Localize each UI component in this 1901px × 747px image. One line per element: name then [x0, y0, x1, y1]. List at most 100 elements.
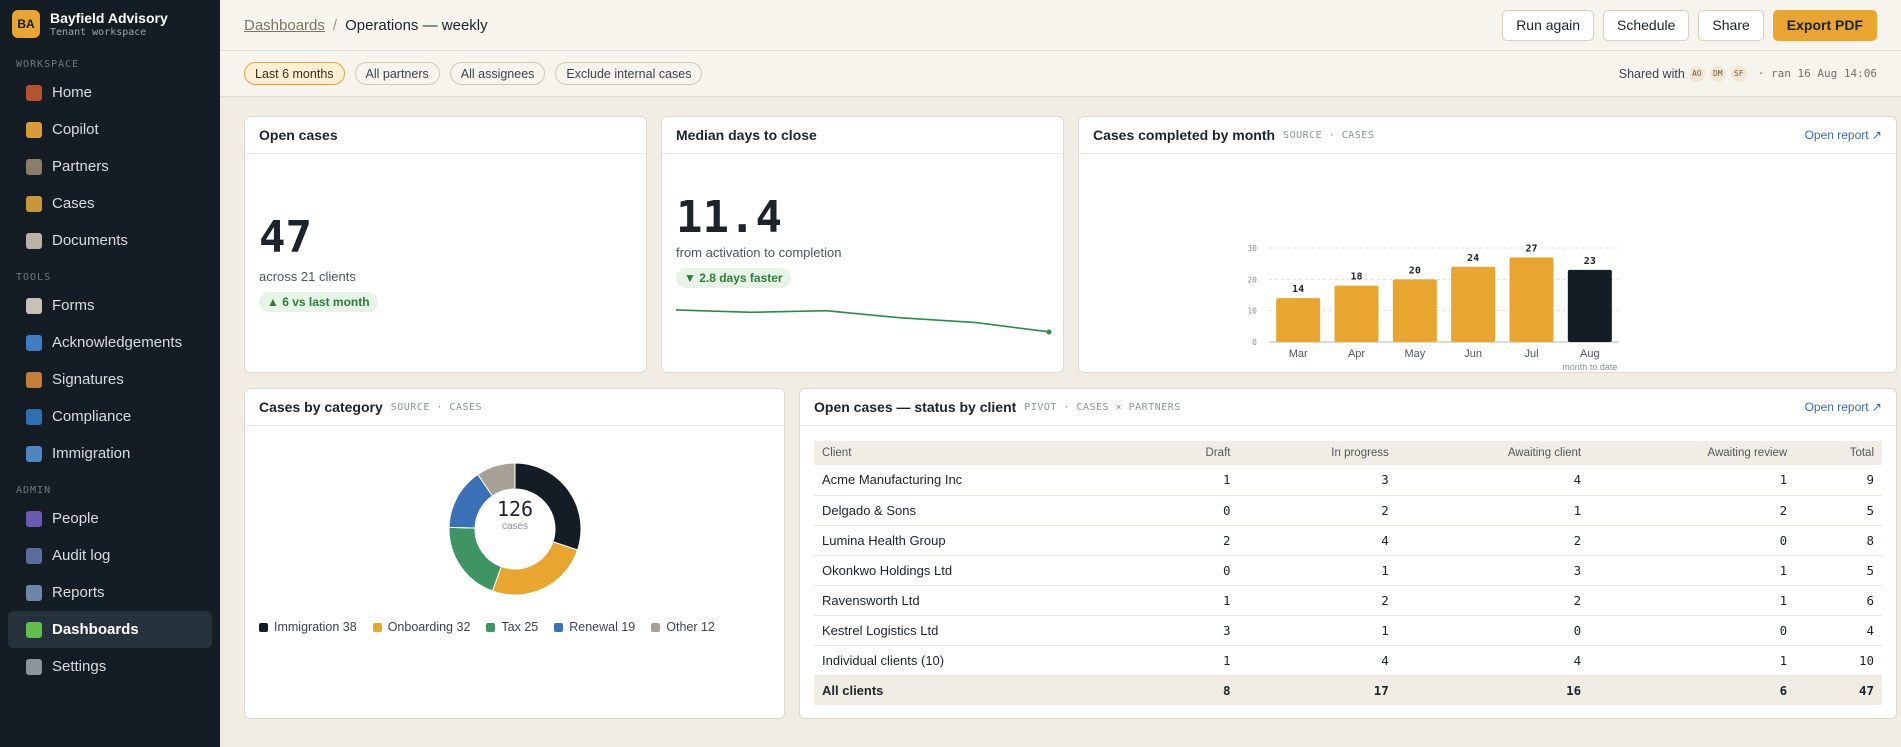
table-cell: Ravensworth Ltd — [814, 585, 1151, 616]
sidebar-item-immigration[interactable]: Immigration — [8, 435, 212, 472]
x-tick-label: May — [1404, 348, 1425, 360]
legend-label: Tax 25 — [501, 620, 539, 634]
export-pdf-button[interactable]: Export PDF — [1772, 9, 1877, 41]
gear-icon — [26, 658, 42, 675]
table-cell: Acme Manufacturing Inc — [814, 465, 1151, 496]
card-title: Median days to close — [676, 127, 817, 143]
run-again-button[interactable]: Run again — [1502, 9, 1595, 41]
table-row[interactable]: Acme Manufacturing Inc 1 3 4 1 9 — [814, 465, 1882, 496]
legend-swatch — [486, 622, 496, 632]
bar-value-label: 24 — [1467, 253, 1479, 264]
y-tick-label: 30 — [1247, 244, 1257, 253]
sidebar-item-dashboards[interactable]: Dashboards — [8, 611, 212, 648]
sidebar-item-settings[interactable]: Settings — [8, 648, 212, 685]
table-cell: 0 — [1589, 525, 1796, 556]
pen-icon — [26, 334, 42, 351]
avatar: DM — [1708, 64, 1727, 83]
sidebar-item-signatures[interactable]: Signatures — [8, 361, 212, 398]
legend-label: Onboarding 32 — [387, 620, 471, 634]
median-days-subtitle: from activation to completion — [676, 245, 842, 260]
table-row[interactable]: Ravensworth Ltd 1 2 2 1 6 — [814, 585, 1882, 616]
sparkline-path — [676, 309, 1052, 333]
people-icon — [26, 510, 42, 527]
sidebar-item-home[interactable]: Home — [8, 74, 212, 111]
table-cell: Individual clients (10) — [814, 645, 1151, 676]
filter-chip-internal[interactable]: Exclude internal cases — [555, 62, 703, 85]
table-cell: 0 — [1589, 615, 1796, 646]
filter-chip-partners[interactable]: All partners — [354, 62, 440, 85]
top-actions: Run again Schedule Share Export PDF — [1502, 9, 1877, 41]
brand-logo: BA — [12, 10, 40, 38]
sidebar-item-label: Forms — [52, 297, 95, 314]
shared-with[interactable]: Shared with AO DM SF · ran 16 Aug 14:06 — [1619, 64, 1877, 83]
breadcrumb-dashboards-link[interactable]: Dashboards — [244, 17, 325, 34]
table-row[interactable]: Kestrel Logistics Ltd 3 1 0 0 4 — [814, 615, 1882, 646]
table-cell: 5 — [1795, 555, 1882, 586]
donut-center-value: 126 — [496, 497, 534, 521]
sidebar-item-compliance[interactable]: Compliance — [8, 398, 212, 435]
y-tick-label: 20 — [1247, 275, 1257, 284]
table-row[interactable]: Lumina Health Group 2 4 2 0 8 — [814, 525, 1882, 556]
schedule-button[interactable]: Schedule — [1603, 9, 1690, 41]
bar — [1567, 269, 1612, 342]
x-tick-label: Mar — [1289, 348, 1308, 360]
sidebar-item-forms[interactable]: Forms — [8, 287, 212, 324]
document-icon — [26, 232, 42, 249]
sidebar-item-reports[interactable]: Reports — [8, 574, 212, 611]
column-header[interactable]: Total — [1795, 441, 1882, 465]
main-area: Dashboards / Operations — weekly Run aga… — [220, 0, 1901, 747]
legend-label: Immigration 38 — [274, 620, 357, 634]
table-cell: 10 — [1795, 645, 1882, 676]
sidebar-item-partners[interactable]: Partners — [8, 148, 212, 185]
table-cell: 0 — [1150, 555, 1239, 586]
table-cell: 6 — [1795, 585, 1882, 616]
column-header[interactable]: Awaiting client — [1396, 441, 1590, 465]
open-cases-delta-badge: ▲ 6 vs last month — [259, 292, 378, 312]
table-total-row[interactable]: All clients 8 17 16 6 47 — [814, 675, 1882, 705]
donut-slice-onboarding — [491, 541, 579, 596]
cases-by-category-card: Cases by category SOURCE · CASES 126 cas… — [244, 388, 785, 719]
table-cell: 1 — [1238, 615, 1397, 646]
table-cell: 1 — [1150, 645, 1239, 676]
column-header[interactable]: Draft — [1150, 441, 1239, 465]
table-cell: 2 — [1238, 495, 1397, 526]
bar — [1392, 279, 1437, 342]
brand-subtitle: Tenant workspace — [50, 27, 147, 38]
sidebar-item-documents[interactable]: Documents — [8, 222, 212, 259]
open-report-link[interactable]: Open report ↗ — [1805, 400, 1882, 414]
sidebar-item-label: Acknowledgements — [52, 334, 183, 351]
topbar: Dashboards / Operations — weekly Run aga… — [220, 0, 1901, 51]
legend-item: Renewal 19 — [554, 620, 635, 634]
sidebar-item-acknowledgements[interactable]: Acknowledgements — [8, 324, 212, 361]
column-header[interactable]: In progress — [1238, 441, 1397, 465]
table-cell: 3 — [1238, 465, 1397, 496]
table-row[interactable]: Individual clients (10) 1 4 4 1 10 — [814, 645, 1882, 676]
filter-chip-assignees[interactable]: All assignees — [449, 62, 546, 85]
sidebar-item-people[interactable]: People — [8, 500, 212, 537]
sidebar-item-copilot[interactable]: Copilot — [8, 111, 212, 148]
table-cell: 0 — [1396, 615, 1590, 646]
table-cell: Kestrel Logistics Ltd — [814, 615, 1151, 646]
table-row[interactable]: Delgado & Sons 0 2 1 2 5 — [814, 495, 1882, 526]
table-row[interactable]: Okonkwo Holdings Ltd 0 1 3 1 5 — [814, 555, 1882, 586]
column-header[interactable]: Client — [814, 441, 1151, 465]
sidebar-item-label: Dashboards — [52, 621, 139, 638]
sparkle-icon — [26, 121, 42, 138]
sidebar-item-label: Partners — [52, 158, 109, 175]
filter-chip-period[interactable]: Last 6 months — [244, 62, 345, 85]
sidebar-item-cases[interactable]: Cases — [8, 185, 212, 222]
legend-item: Immigration 38 — [259, 620, 357, 634]
table-cell: 6 — [1589, 675, 1796, 705]
form-icon — [26, 297, 42, 314]
legend-item: Other 12 — [651, 620, 715, 634]
table-cell: Okonkwo Holdings Ltd — [814, 555, 1151, 586]
column-header[interactable]: Awaiting review — [1589, 441, 1796, 465]
avatar: SF — [1729, 64, 1748, 83]
share-button[interactable]: Share — [1698, 9, 1764, 41]
open-report-link[interactable]: Open report ↗ — [1805, 128, 1882, 142]
filter-bar: Last 6 months All partners All assignees… — [220, 51, 1901, 97]
sidebar-item-label: Settings — [52, 658, 107, 675]
x-tick-label: Jun — [1464, 348, 1482, 360]
brand[interactable]: BA Bayfield Advisory Tenant workspace — [0, 0, 220, 46]
sidebar-item-audit-log[interactable]: Audit log — [8, 537, 212, 574]
